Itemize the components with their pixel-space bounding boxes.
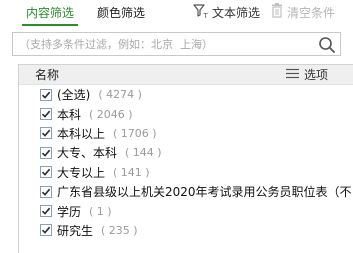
- list-item[interactable]: 本科 ( 2046 ): [19, 104, 353, 123]
- clear-conditions-button[interactable]: 清空条件: [270, 3, 336, 23]
- list-item[interactable]: 学历 ( 1 ): [19, 201, 353, 220]
- checkmark-icon: [41, 91, 51, 99]
- item-label: 研究生: [57, 223, 94, 238]
- item-label: 大专、本科: [57, 146, 118, 161]
- item-count: ( 4274 ): [98, 88, 142, 102]
- checkmark-icon: [41, 188, 51, 196]
- search-icon[interactable]: [318, 36, 336, 54]
- checkbox[interactable]: [40, 88, 52, 101]
- item-count: ( 1 ): [89, 204, 112, 218]
- item-count: ( 141 ): [113, 165, 150, 179]
- text-filter-button[interactable]: T 文本筛选: [193, 3, 261, 24]
- funnel-text-icon: T: [193, 3, 212, 24]
- item-count: ( 1706 ): [113, 126, 157, 140]
- checkmark-icon: [41, 227, 51, 235]
- item-count: ( 235 ): [101, 223, 138, 237]
- filter-panel: 内容筛选 颜色筛选 T 文本筛选 清空条件 （支持多条件过滤，例如：北京 上海）…: [0, 0, 353, 253]
- list-item[interactable]: 研究生 ( 235 ): [19, 221, 353, 240]
- tab-content-filter[interactable]: 内容筛选: [21, 4, 79, 26]
- checkmark-icon: [41, 207, 51, 215]
- item-label: 本科以上: [57, 126, 106, 141]
- options-label: 选项: [304, 68, 329, 82]
- list-rows: (全选) ( 4274 ) 本科 ( 2046 ) 本科以上 ( 1706 ) 大专、本科 (…: [19, 85, 353, 240]
- item-label: (全选): [57, 88, 91, 103]
- list-item[interactable]: 大专以上 ( 141 ): [19, 163, 353, 182]
- value-list: 名称 选项 (全选) ( 4274 ) 本科 ( 2046 ) 本科以上 ( 1706 )…: [18, 64, 353, 253]
- checkmark-icon: [41, 110, 51, 118]
- list-options-icon: [286, 65, 304, 85]
- options-button[interactable]: 选项: [286, 65, 328, 85]
- item-label: 本科: [57, 107, 82, 122]
- list-item[interactable]: 大专、本科 ( 144 ): [19, 143, 353, 162]
- trash-icon: [270, 3, 287, 23]
- item-label: 广东省县级以上机关2020年考试录用公务员职位表（不: [57, 185, 352, 200]
- item-count: ( 144 ): [125, 146, 162, 160]
- checkbox[interactable]: [40, 146, 52, 159]
- checkbox[interactable]: [40, 127, 52, 140]
- tab-color-filter[interactable]: 颜色筛选: [97, 4, 145, 22]
- item-count: ( 2046 ): [89, 107, 133, 121]
- list-header: 名称 选项: [19, 65, 353, 85]
- tab-bar: 内容筛选 颜色筛选 T 文本筛选 清空条件: [0, 0, 353, 26]
- svg-text:T: T: [203, 12, 209, 19]
- item-label: 大专以上: [57, 165, 106, 180]
- checkbox[interactable]: [40, 205, 52, 218]
- checkbox[interactable]: [40, 224, 52, 237]
- column-name-header: 名称: [35, 68, 60, 82]
- list-item[interactable]: 广东省县级以上机关2020年考试录用公务员职位表（不: [19, 182, 353, 201]
- checkmark-icon: [41, 130, 51, 138]
- checkmark-icon: [41, 168, 51, 177]
- checkbox[interactable]: [40, 166, 52, 179]
- checkbox[interactable]: [40, 185, 52, 198]
- clear-conditions-label: 清空条件: [287, 6, 336, 20]
- list-item[interactable]: 本科以上 ( 1706 ): [19, 124, 353, 143]
- list-item[interactable]: (全选) ( 4274 ): [19, 85, 353, 104]
- checkbox[interactable]: [40, 108, 52, 121]
- search-box: [12, 32, 341, 56]
- item-label: 学历: [57, 204, 82, 219]
- search-input[interactable]: [13, 34, 308, 54]
- checkmark-icon: [41, 149, 51, 157]
- text-filter-label: 文本筛选: [212, 6, 261, 20]
